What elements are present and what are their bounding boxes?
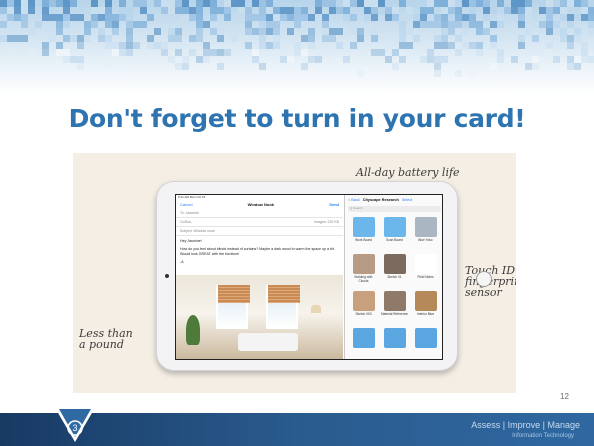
file-label: Material Reference (381, 312, 408, 316)
ipad-screen: 9:41 AM Mon Oct 15 Cancel Window Nook Se… (175, 194, 443, 360)
send-button: Send (329, 202, 339, 207)
file-tile (350, 328, 377, 359)
file-label: Field Notes (417, 275, 434, 279)
file-thumbnail (383, 291, 406, 311)
battery-annotation: All-day battery life (356, 166, 460, 179)
files-app-pane: < Back Cityscape Research Select Q Searc… (344, 195, 442, 359)
ipad-product-photo: All-day battery life Touch ID fingerprin… (73, 153, 516, 393)
file-thumbnail (383, 217, 406, 237)
mail-greeting: Hey Jasmine! (180, 239, 202, 243)
mail-message: How do you feel about blinds instead of … (180, 247, 335, 256)
file-tile: Sketch 01 (381, 254, 408, 287)
footer-subtitle: Information Technology (512, 433, 574, 439)
to-row: To: Jasmine (176, 209, 343, 218)
file-grid: Work Board Scan Board Blue Yoko Building wi… (345, 214, 442, 359)
camera-icon (165, 274, 169, 278)
lamp-image (311, 305, 321, 313)
file-label: Sketch 01 (387, 275, 402, 279)
file-tile: Scan Board (381, 217, 408, 250)
file-thumbnail (352, 254, 375, 274)
weight-annotation: Less than a pound (79, 327, 133, 351)
file-tile: Building with Clouds (350, 254, 377, 287)
file-tile: Field Notes (412, 254, 439, 287)
file-tile: Material Reference (381, 291, 408, 324)
file-tile: Work Board (350, 217, 377, 250)
file-thumbnail (352, 328, 375, 348)
file-label: Building with Clouds (354, 275, 373, 283)
mail-body: Hey Jasmine! How do you feel about blind… (176, 236, 343, 268)
page-number: 12 (560, 392, 569, 401)
file-label: Blue Yoko (418, 238, 433, 242)
blind-right (268, 285, 300, 303)
logo-icon: 3 (54, 406, 96, 442)
sofa-image (238, 333, 298, 351)
file-thumbnail (414, 291, 437, 311)
mail-compose-pane: 9:41 AM Mon Oct 15 Cancel Window Nook Se… (176, 195, 343, 359)
plant-image (186, 315, 200, 345)
file-thumbnail (383, 254, 406, 274)
back-button: < Back (348, 197, 360, 202)
cc-row: Cc/Bcc, Images: 220 KB (176, 218, 343, 227)
file-thumbnail (352, 217, 375, 237)
files-title: Cityscape Research (362, 197, 399, 202)
mail-title: Window Nook (247, 202, 275, 207)
logo-letter: 3 (72, 423, 77, 433)
file-thumbnail (414, 328, 437, 348)
files-nav-bar: < Back Cityscape Research Select (345, 195, 442, 204)
room-photo (176, 275, 343, 359)
images-size: Images: 220 KB (314, 220, 339, 224)
home-button-icon (476, 271, 492, 287)
to-field: To: Jasmine (180, 211, 199, 215)
file-label: Scan Board (386, 238, 403, 242)
file-label: Work Board (355, 238, 372, 242)
file-thumbnail (414, 217, 437, 237)
file-label: Sketch 003 (355, 312, 372, 316)
file-tile (412, 328, 439, 359)
mail-signoff: -A (180, 260, 184, 264)
subject-field: Subject: Window nook (180, 229, 215, 233)
file-tile: Sketch 003 (350, 291, 377, 324)
mail-nav-bar: Cancel Window Nook Send (176, 200, 343, 209)
file-tile (381, 328, 408, 359)
footer-tagline: Assess | Improve | Manage (471, 420, 580, 430)
cc-field: Cc/Bcc, (180, 220, 193, 224)
cancel-button: Cancel (180, 202, 193, 207)
file-tile: Interior Blue (412, 291, 439, 324)
file-thumbnail (414, 254, 437, 274)
select-button: Select (401, 197, 413, 202)
subject-row: Subject: Window nook (176, 227, 343, 236)
files-search: Q Search (348, 206, 441, 212)
header-pixel-banner (0, 0, 594, 95)
file-thumbnail (352, 291, 375, 311)
file-tile: Blue Yoko (412, 217, 439, 250)
file-label: Interior Blue (416, 312, 435, 316)
blind-left (218, 285, 250, 303)
slide-title: Don't forget to turn in your card! (68, 104, 526, 133)
ipad-device: 9:41 AM Mon Oct 15 Cancel Window Nook Se… (156, 181, 492, 371)
file-thumbnail (383, 328, 406, 348)
